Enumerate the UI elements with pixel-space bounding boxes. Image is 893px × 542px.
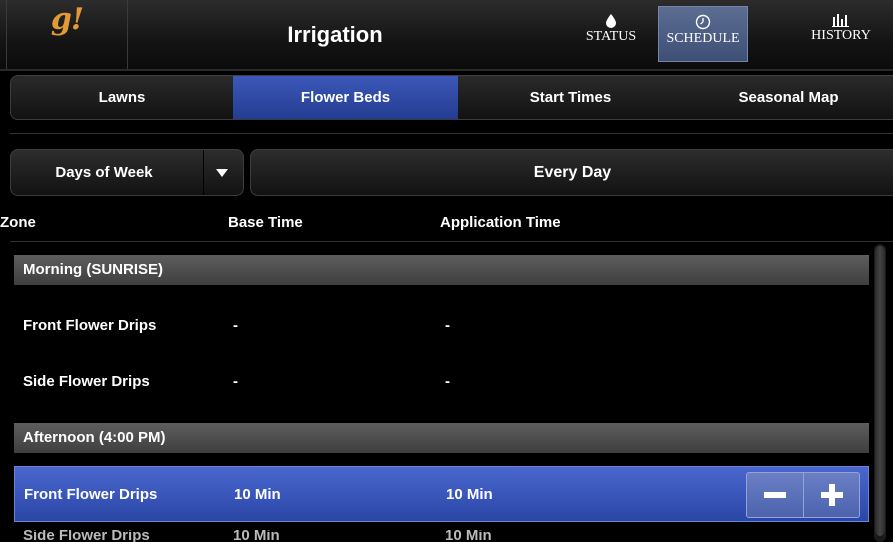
base-time: 10 Min	[233, 530, 280, 542]
logo-button[interactable]: g!	[6, 0, 128, 69]
column-header-zone: Zone	[0, 214, 36, 231]
dropdown-divider	[203, 150, 204, 195]
table-row[interactable]: Side Flower Drips - -	[14, 354, 869, 410]
status-label: STATUS	[585, 29, 637, 44]
increase-button[interactable]	[803, 473, 860, 517]
minus-icon	[764, 492, 786, 498]
time-stepper	[746, 472, 860, 518]
tab-seasonal-map[interactable]: Seasonal Map	[683, 76, 893, 119]
scrollbar[interactable]	[874, 244, 886, 542]
status-button[interactable]: STATUS	[572, 0, 650, 69]
column-header-base-time: Base Time	[228, 214, 303, 231]
zone-name: Front Flower Drips	[23, 317, 157, 334]
zone-name: Side Flower Drips	[23, 530, 150, 542]
table-row-selected[interactable]: Front Flower Drips 10 Min 10 Min	[14, 466, 869, 522]
app-logo: g!	[50, 2, 84, 37]
column-header-application-time: Application Time	[440, 214, 561, 231]
section-header-morning: Morning (SUNRISE)	[14, 255, 869, 285]
days-selection-button[interactable]: Every Day	[250, 149, 893, 196]
chevron-down-icon	[216, 169, 228, 177]
history-button[interactable]: HISTORY	[802, 0, 880, 69]
tab-flower-beds[interactable]: Flower Beds	[233, 76, 458, 119]
table-row[interactable]: Side Flower Drips 10 Min 10 Min	[14, 530, 869, 542]
tab-start-times[interactable]: Start Times	[458, 76, 683, 119]
application-time: -	[445, 317, 450, 334]
base-time: 10 Min	[234, 486, 281, 503]
history-label: HISTORY	[811, 28, 871, 43]
header-divider	[10, 241, 893, 242]
dropdown-label: Days of Week	[55, 164, 153, 181]
base-time: -	[233, 317, 238, 334]
table-row[interactable]: Front Flower Drips - -	[14, 298, 869, 354]
zone-name: Side Flower Drips	[23, 373, 150, 390]
drop-icon	[606, 14, 616, 28]
page-title: Irrigation	[287, 22, 383, 47]
divider	[10, 133, 893, 134]
base-time: -	[233, 373, 238, 390]
application-time: 10 Min	[445, 530, 492, 542]
schedule-label: SCHEDULE	[666, 31, 740, 46]
section-header-afternoon: Afternoon (4:00 PM)	[14, 423, 869, 453]
scroll-thumb[interactable]	[875, 246, 885, 536]
bar-chart-icon	[832, 14, 849, 27]
clock-icon	[695, 14, 711, 30]
plus-icon	[821, 484, 843, 506]
zone-type-tabs: Lawns Flower Beds Start Times Seasonal M…	[10, 75, 893, 120]
tab-lawns[interactable]: Lawns	[11, 76, 233, 119]
application-time: 10 Min	[446, 486, 493, 503]
days-of-week-dropdown[interactable]: Days of Week	[10, 149, 244, 196]
application-time: -	[445, 373, 450, 390]
top-bar: g! Irrigation STATUS SCHEDULE HISTORY	[0, 0, 893, 71]
zone-name: Front Flower Drips	[24, 486, 158, 503]
schedule-button[interactable]: SCHEDULE	[658, 6, 748, 62]
decrease-button[interactable]	[747, 473, 803, 517]
